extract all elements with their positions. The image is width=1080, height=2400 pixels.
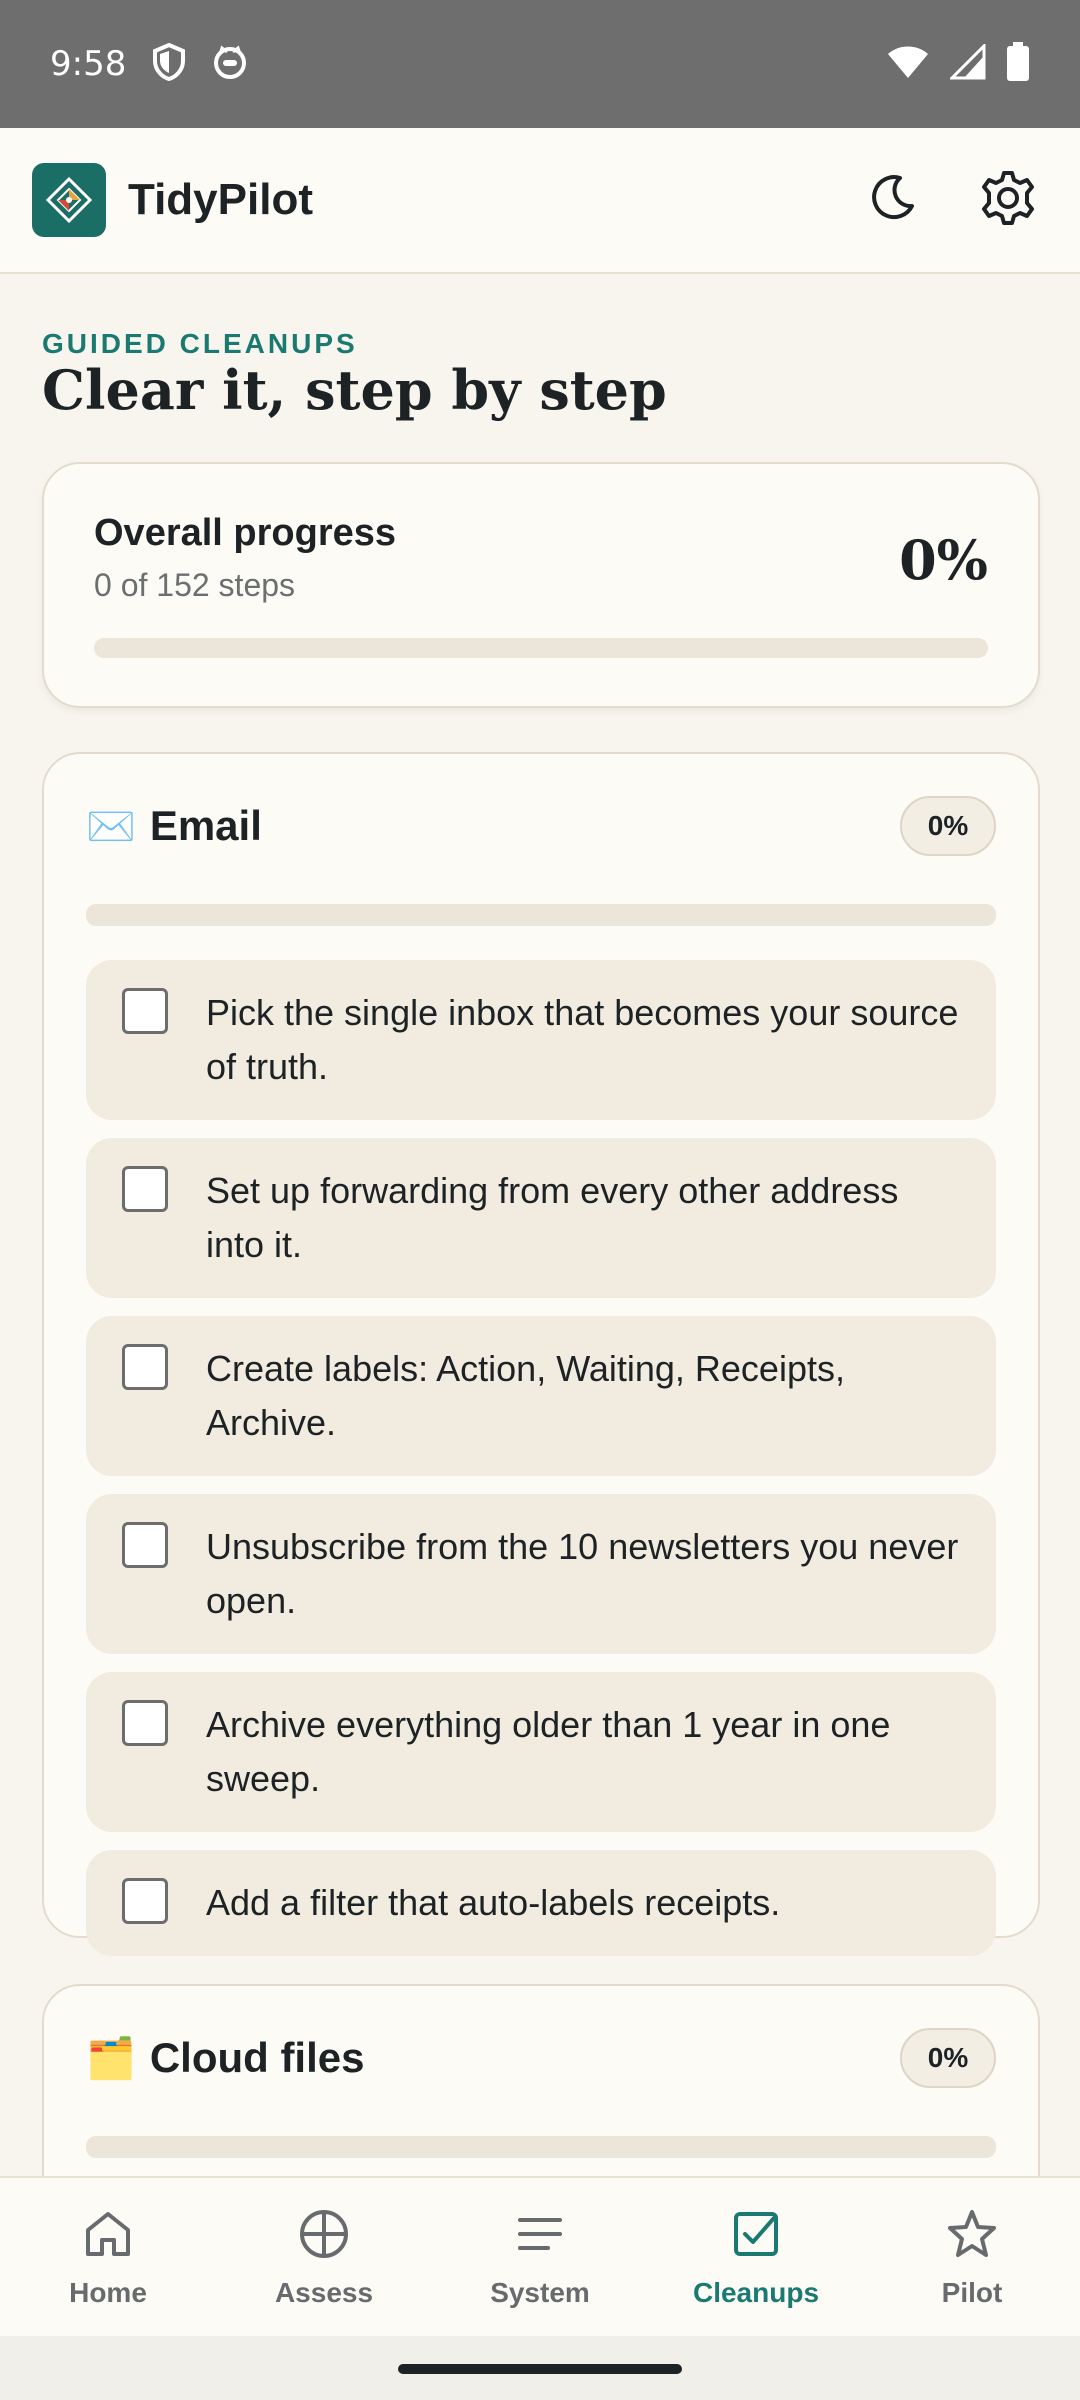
home-gesture-bar[interactable] <box>398 2364 682 2374</box>
step-text: Add a filter that auto-labels receipts. <box>206 1882 781 1923</box>
overall-progress-title: Overall progress <box>94 512 397 554</box>
dark-mode-toggle[interactable] <box>860 168 924 232</box>
section-progress-bar <box>86 904 996 926</box>
nav-assess[interactable]: Assess <box>216 2178 432 2336</box>
step-item[interactable]: Pick the single inbox that becomes your … <box>86 960 996 1120</box>
step-text: Archive everything older than 1 year in … <box>206 1704 891 1799</box>
nav-home[interactable]: Home <box>0 2178 216 2336</box>
step-checkbox[interactable] <box>122 1166 168 1212</box>
section-header[interactable]: 🗂️ Cloud files 0% <box>86 2028 996 2088</box>
status-time: 9:58 <box>50 44 127 84</box>
bottom-navigation: Home Assess System Cleanups Pilot <box>0 2176 1080 2336</box>
overall-progress-percent: 0% <box>899 528 988 592</box>
settings-button[interactable] <box>976 168 1040 232</box>
step-checkbox[interactable] <box>122 1878 168 1924</box>
wifi-icon <box>886 44 930 85</box>
overall-progress-bar <box>94 638 988 658</box>
nav-cleanups[interactable]: Cleanups <box>648 2178 864 2336</box>
section-title: Cloud files <box>149 2034 365 2081</box>
nav-label: Cleanups <box>692 2277 820 2308</box>
step-checkbox[interactable] <box>122 1344 168 1390</box>
star-icon <box>944 2206 1000 2267</box>
step-checkbox[interactable] <box>122 1700 168 1746</box>
step-item[interactable]: Set up forwarding from every other addre… <box>86 1138 996 1298</box>
signal-icon <box>948 41 986 85</box>
page-title: Clear it, step by step <box>42 358 667 422</box>
overall-progress-card: Overall progress 0 of 152 steps 0% <box>42 462 1040 708</box>
app-name: TidyPilot <box>128 175 313 224</box>
step-item[interactable]: Add a filter that auto-labels receipts. <box>86 1850 996 1956</box>
step-item[interactable]: Create labels: Action, Waiting, Receipts… <box>86 1316 996 1476</box>
app-logo-icon <box>32 163 106 237</box>
nav-label: Pilot <box>941 2277 1003 2308</box>
step-checkbox[interactable] <box>122 988 168 1034</box>
step-list: Pick the single inbox that becomes your … <box>86 960 996 1956</box>
system-icon <box>512 2206 568 2267</box>
battery-icon <box>1006 41 1030 87</box>
nav-system[interactable]: System <box>432 2178 648 2336</box>
section-card-email: ✉️ Email 0% Pick the single inbox that b… <box>42 752 1040 1956</box>
nav-label: Assess <box>274 2277 374 2308</box>
card-index-dividers-icon: 🗂️ <box>86 2036 136 2081</box>
section-header[interactable]: ✉️ Email 0% <box>86 796 996 856</box>
overall-progress-subtitle: 0 of 152 steps <box>94 567 296 603</box>
cleanups-icon <box>728 2206 784 2267</box>
step-text: Unsubscribe from the 10 newsletters you … <box>206 1526 959 1621</box>
nav-pilot[interactable]: Pilot <box>864 2178 1080 2336</box>
step-item[interactable]: Archive everything older than 1 year in … <box>86 1672 996 1832</box>
moon-icon <box>866 172 918 229</box>
section-progress-bar <box>86 2136 996 2158</box>
assess-icon <box>296 2206 352 2267</box>
section-card-cloud-files: 🗂️ Cloud files 0% <box>42 1984 1040 2176</box>
app-bar: TidyPilot <box>0 128 1080 274</box>
section-percent-badge: 0% <box>900 796 996 856</box>
shield-icon <box>152 42 186 86</box>
home-icon <box>80 2206 136 2267</box>
section-percent-badge: 0% <box>900 2028 996 2088</box>
section-title: Email <box>149 802 262 849</box>
step-text: Create labels: Action, Waiting, Receipts… <box>206 1348 845 1443</box>
gear-icon <box>979 169 1037 232</box>
step-text: Set up forwarding from every other addre… <box>206 1170 899 1265</box>
main-content[interactable]: GUIDED CLEANUPS Clear it, step by step O… <box>0 276 1080 2176</box>
nav-label: Home <box>69 2277 147 2308</box>
step-checkbox[interactable] <box>122 1522 168 1568</box>
step-text: Pick the single inbox that becomes your … <box>206 992 959 1087</box>
page-eyebrow: GUIDED CLEANUPS <box>42 328 358 359</box>
envelope-icon: ✉️ <box>86 804 136 849</box>
nav-label: System <box>490 2277 590 2308</box>
step-item[interactable]: Unsubscribe from the 10 newsletters you … <box>86 1494 996 1654</box>
status-bar: 9:58 <box>0 0 1080 128</box>
cat-face-icon <box>212 44 248 85</box>
